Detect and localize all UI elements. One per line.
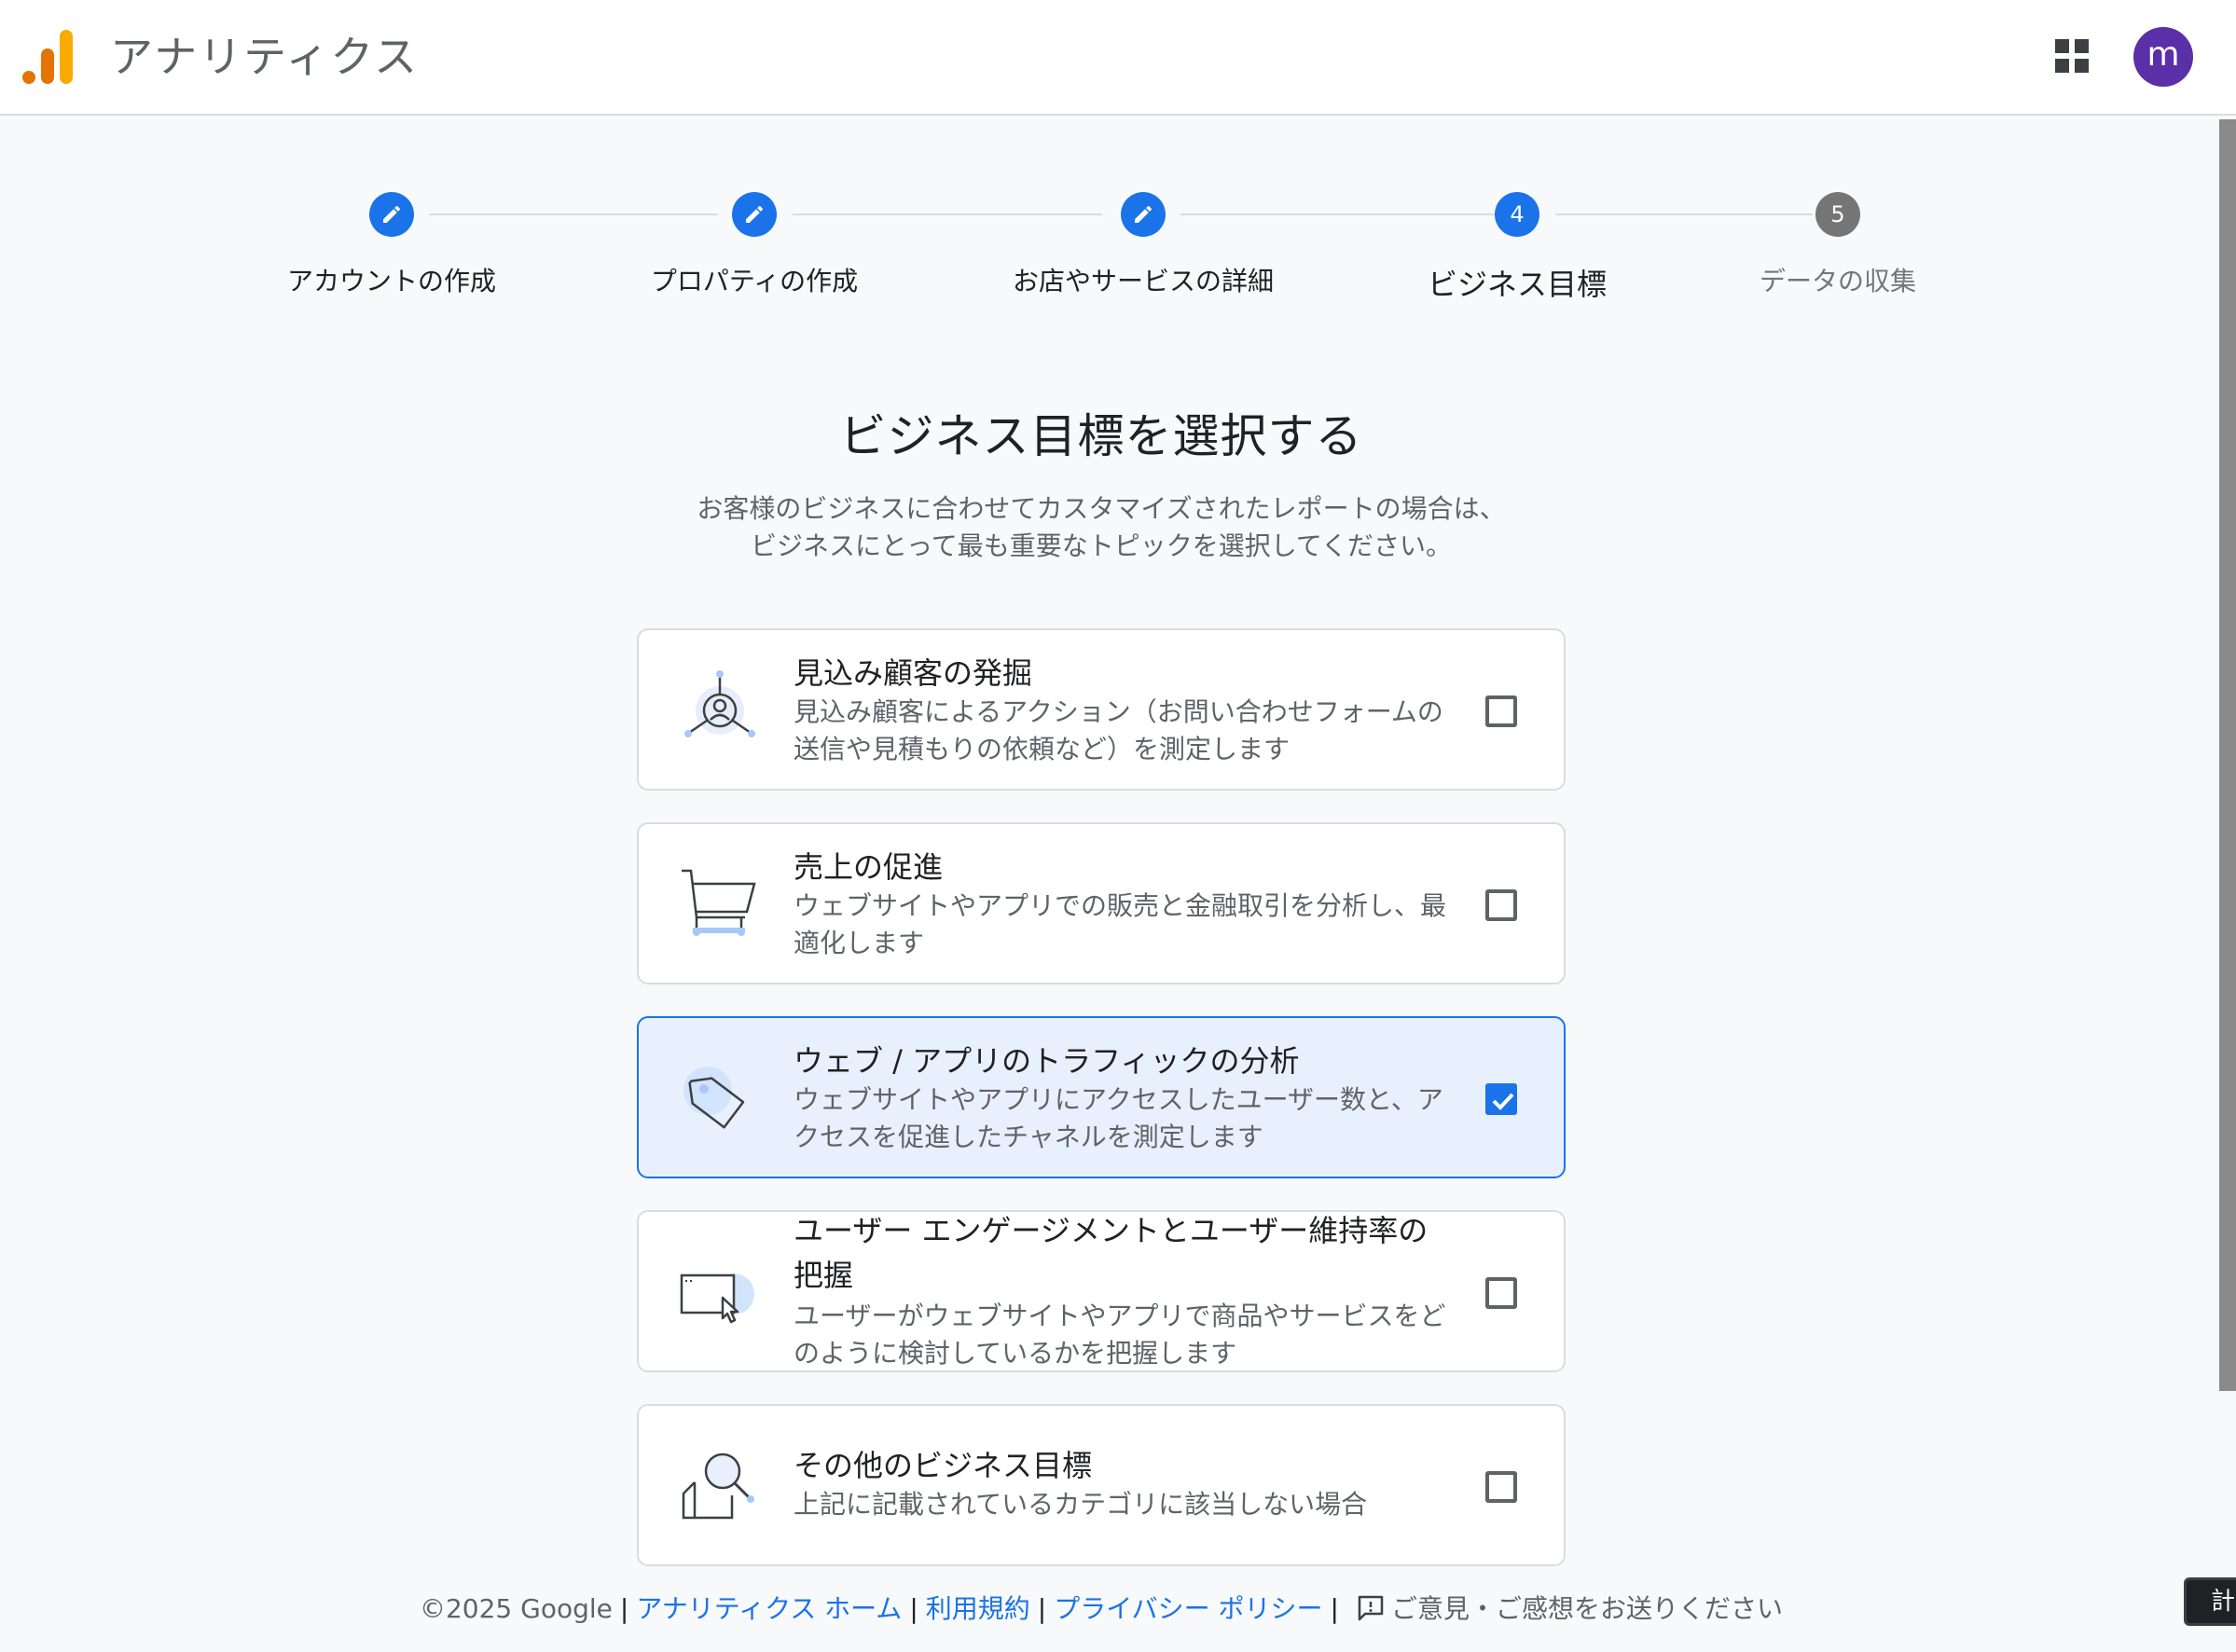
goal-title: 売上の促進 [794, 849, 944, 885]
separator: | [1330, 1593, 1339, 1624]
step-number: 5 [1815, 192, 1860, 237]
goal-card-other[interactable]: その他のビジネス目標 上記に記載されているカテゴリに該当しない場合 [637, 1404, 1566, 1566]
step-create-account[interactable]: アカウントの作成 [242, 186, 541, 298]
goal-card-text: ユーザー エンゲージメントとユーザー維持率の把握 ユーザーがウェブサイトやアプリ… [794, 1208, 1446, 1372]
analytics-logo-icon[interactable] [22, 28, 75, 86]
goal-checkbox[interactable] [1485, 1083, 1517, 1115]
top-app-bar: アナリティクス m [0, 0, 2236, 116]
checkmark-icon [1492, 1093, 1514, 1110]
goal-title: 見込み顧客の発掘 [794, 655, 1033, 691]
goal-checkbox[interactable] [1485, 1277, 1517, 1309]
setup-stepper: アカウントの作成 プロパティの作成 お店やサービスの詳細 4 ビジネス目標 5 … [0, 186, 2236, 308]
step-label: ビジネス目標 [1427, 267, 1607, 302]
step-label: データの収集 [1759, 266, 1916, 296]
page-scrollbar[interactable] [2219, 119, 2236, 1391]
copyright-text: ©2025 Google [419, 1593, 613, 1624]
goal-card-text: ウェブ / アプリのトラフィックの分析 ウェブサイトやアプリにアクセスしたユーザ… [794, 1040, 1446, 1156]
analytics-home-link[interactable]: アナリティクス ホーム [636, 1593, 902, 1624]
feedback-icon[interactable] [1356, 1593, 1386, 1623]
pencil-icon [746, 205, 764, 223]
privacy-policy-link[interactable]: プライバシー ポリシー [1054, 1593, 1322, 1624]
magnifier-icon [682, 1452, 754, 1520]
shopping-cart-icon [682, 869, 756, 936]
pencil-icon [1135, 205, 1153, 223]
step-label: アカウントの作成 [286, 266, 496, 296]
step-business-details[interactable]: お店やサービスの詳細 [994, 186, 1292, 298]
goal-description: ウェブサイトやアプリにアクセスしたユーザー数と、アクセスを促進したチャネルを測定… [794, 1084, 1443, 1152]
browser-cursor-icon [680, 1273, 754, 1324]
corner-widget[interactable]: 計 [2184, 1577, 2236, 1626]
goal-description: ウェブサイトやアプリでの販売と金融取引を分析し、最適化します [794, 890, 1447, 958]
step-edit-indicator [1121, 192, 1166, 237]
pencil-icon [383, 205, 401, 223]
page-description: お客様のビジネスに合わせてカスタマイズされたレポートの場合は、 ビジネスにとって… [0, 490, 2202, 565]
terms-link[interactable]: 利用規約 [926, 1593, 1030, 1624]
goal-title: その他のビジネス目標 [794, 1448, 1093, 1483]
step-edit-indicator [369, 192, 414, 237]
step-edit-indicator [732, 192, 777, 237]
goal-title: ウェブ / アプリのトラフィックの分析 [794, 1043, 1300, 1079]
step-label: プロパティの作成 [650, 266, 859, 296]
step-business-objectives: 4 ビジネス目標 [1368, 186, 1666, 304]
goal-checkbox[interactable] [1485, 1471, 1517, 1503]
send-feedback-link[interactable]: ご意見・ご感想をお送りください [1391, 1593, 1783, 1624]
goal-checkbox[interactable] [1485, 695, 1517, 727]
goal-description: ユーザーがウェブサイトやアプリで商品やサービスをどのように検討しているかを把握し… [794, 1301, 1446, 1369]
page-footer: ©2025 Google | アナリティクス ホーム | 利用規約 | プライバシー ポリシ… [0, 1590, 2202, 1628]
description-line: ビジネスにとって最も重要なトピックを選択してください。 [750, 530, 1453, 561]
separator: | [1037, 1593, 1047, 1624]
goal-description: 見込み顧客によるアクション（お問い合わせフォームの送信や見積もりの依頼など）を測… [794, 696, 1443, 764]
separator: | [909, 1593, 918, 1624]
goal-title: ユーザー エンゲージメントとユーザー維持率の把握 [794, 1213, 1429, 1293]
goal-card-text: 見込み顧客の発掘 見込み顧客によるアクション（お問い合わせフォームの送信や見積も… [794, 653, 1446, 768]
description-line: お客様のビジネスに合わせてカスタマイズされたレポートの場合は、 [697, 493, 1506, 524]
goal-card-traffic-analysis[interactable]: ウェブ / アプリのトラフィックの分析 ウェブサイトやアプリにアクセスしたユーザ… [637, 1016, 1566, 1178]
goal-description: 上記に記載されているカテゴリに該当しない場合 [794, 1489, 1368, 1520]
goal-card-text: 売上の促進 ウェブサイトやアプリでの販売と金融取引を分析し、最適化します [794, 847, 1446, 962]
target-person-icon [684, 670, 755, 737]
step-data-collection: 5 データの収集 [1689, 186, 1987, 298]
account-avatar[interactable]: m [2133, 27, 2193, 87]
goal-card-lead-generation[interactable]: 見込み顧客の発掘 見込み顧客によるアクション（お問い合わせフォームの送信や見積も… [637, 628, 1566, 791]
google-apps-icon[interactable] [2053, 37, 2091, 75]
goal-card-drive-sales[interactable]: 売上の促進 ウェブサイトやアプリでの販売と金融取引を分析し、最適化します [637, 822, 1566, 984]
goal-checkbox[interactable] [1485, 889, 1517, 921]
page-title: ビジネス目標を選択する [839, 409, 1363, 463]
separator: | [619, 1593, 629, 1624]
app-title: アナリティクス [110, 32, 419, 82]
step-create-property[interactable]: プロパティの作成 [605, 186, 904, 298]
step-number: 4 [1495, 192, 1539, 237]
goal-card-user-engagement[interactable]: ユーザー エンゲージメントとユーザー維持率の把握 ユーザーがウェブサイトやアプリ… [637, 1210, 1566, 1372]
tag-icon [683, 1067, 745, 1129]
step-label: お店やサービスの詳細 [1012, 266, 1274, 296]
goal-card-text: その他のビジネス目標 上記に記載されているカテゴリに該当しない場合 [794, 1445, 1446, 1523]
